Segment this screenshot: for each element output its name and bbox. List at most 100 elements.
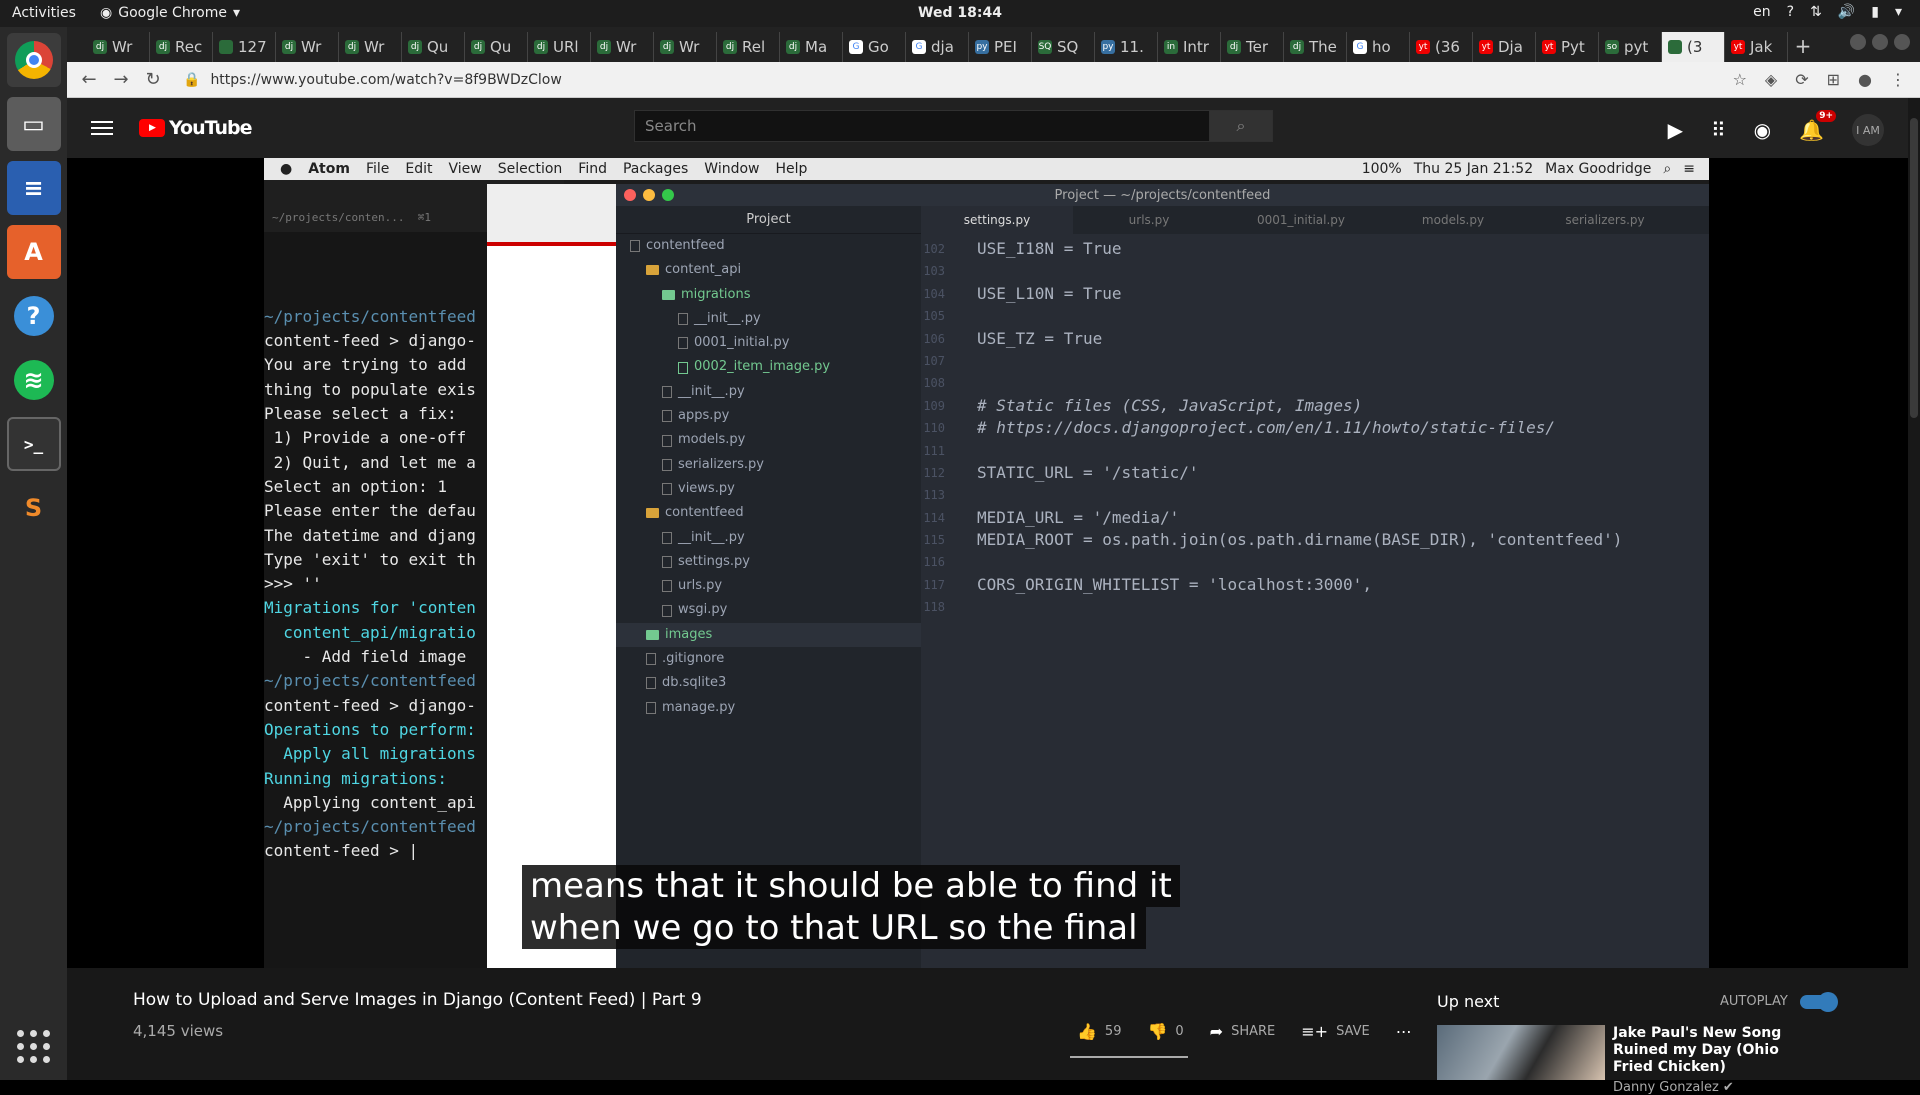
messages-icon[interactable]: ◉ xyxy=(1754,118,1771,142)
tree-item[interactable]: migrations xyxy=(616,283,921,307)
browser-tab[interactable]: dj Rec xyxy=(150,32,213,62)
language-indicator[interactable]: en xyxy=(1753,4,1771,20)
browser-tab[interactable]: Gho xyxy=(1347,32,1410,62)
tree-item[interactable]: __init__.py xyxy=(616,526,921,550)
avatar[interactable]: I AM xyxy=(1852,114,1884,146)
editor-tab[interactable]: models.py xyxy=(1377,206,1529,234)
dock-writer[interactable]: ≡ xyxy=(6,161,61,215)
dock-sublime[interactable]: S xyxy=(7,481,61,535)
extension-icon[interactable]: ⊞ xyxy=(1827,70,1840,89)
browser-tab[interactable]: G Go xyxy=(843,32,906,62)
create-video-icon[interactable]: ▶ xyxy=(1668,118,1683,142)
bookmark-star-icon[interactable]: ☆ xyxy=(1733,70,1747,89)
battery-icon[interactable]: ▮ xyxy=(1871,4,1879,20)
profile-icon[interactable]: ● xyxy=(1858,70,1872,89)
editor-tab[interactable]: urls.py xyxy=(1073,206,1225,234)
browser-tab[interactable]: SQ SQ xyxy=(1032,32,1095,62)
search-button[interactable]: ⌕ xyxy=(1209,110,1273,142)
browser-tab[interactable]: dj Wr xyxy=(339,32,402,62)
dock-terminal[interactable]: >_ xyxy=(6,417,61,471)
apps-grid-icon[interactable]: ⠿ xyxy=(1711,118,1726,142)
browser-tab[interactable]: in Intr xyxy=(1158,32,1221,62)
share-button[interactable]: ➦ SHARE xyxy=(1210,1022,1276,1041)
browser-tab[interactable]: py 11. xyxy=(1095,32,1158,62)
notifications-icon[interactable]: 🔔 9+ xyxy=(1799,110,1836,142)
editor-tab[interactable]: 0001_initial.py xyxy=(1225,206,1377,234)
tree-item[interactable]: __init__.py xyxy=(616,380,921,404)
tree-item[interactable]: models.py xyxy=(616,428,921,452)
browser-tab[interactable]: dj URl xyxy=(528,32,591,62)
browser-tab[interactable]: dj The xyxy=(1284,32,1347,62)
like-button[interactable]: 👍 59 xyxy=(1077,1022,1121,1041)
browser-tab[interactable]: yt Jak xyxy=(1725,32,1788,62)
network-icon[interactable]: ⇅ xyxy=(1810,4,1822,20)
tree-item[interactable]: 0001_initial.py xyxy=(616,331,921,355)
browser-tab[interactable]: py PEI xyxy=(969,32,1032,62)
browser-tab[interactable]: yt Pyt xyxy=(1536,32,1599,62)
autoplay-control[interactable]: AUTOPLAY xyxy=(1720,991,1838,1012)
browser-tab[interactable]: so pyt xyxy=(1599,32,1662,62)
help-icon[interactable]: ? xyxy=(1787,4,1794,20)
dock-help[interactable]: ? xyxy=(7,289,61,343)
browser-tab[interactable]: dj Rel xyxy=(717,32,780,62)
close-window-button[interactable] xyxy=(1894,34,1910,50)
browser-tab[interactable]: 127 xyxy=(213,32,276,62)
page-scrollbar[interactable] xyxy=(1908,98,1920,1080)
next-video-info[interactable]: Jake Paul's New Song Ruined my Day (Ohio… xyxy=(1613,1025,1813,1095)
dock-software[interactable]: A xyxy=(6,225,61,279)
omnibox[interactable]: 🔒 https://www.youtube.com/watch?v=8f9BWDz… xyxy=(183,72,562,88)
hamburger-menu-icon[interactable] xyxy=(91,121,113,135)
chrome-menu-icon[interactable]: ⋮ xyxy=(1890,70,1906,89)
tree-item[interactable]: views.py xyxy=(616,477,921,501)
editor-tab[interactable]: serializers.py xyxy=(1529,206,1681,234)
tree-item[interactable]: settings.py xyxy=(616,550,921,574)
video-player[interactable]: ● Atom File Edit View Selection Find Packages W… xyxy=(67,158,1920,968)
browser-tab[interactable]: yt Dja xyxy=(1473,32,1536,62)
dock-chrome[interactable] xyxy=(6,33,61,87)
tree-item[interactable]: __init__.py xyxy=(616,307,921,331)
forward-button[interactable]: → xyxy=(105,69,137,90)
tree-item[interactable]: contentfeed xyxy=(616,501,921,525)
tree-item[interactable]: wsgi.py xyxy=(616,598,921,622)
next-video-thumbnail[interactable] xyxy=(1437,1025,1605,1080)
browser-tab[interactable]: (3 xyxy=(1662,32,1725,62)
new-tab-button[interactable]: + xyxy=(1788,34,1818,58)
volume-icon[interactable]: 🔊 xyxy=(1838,4,1855,20)
browser-tab[interactable]: dj Wr xyxy=(654,32,717,62)
tree-item[interactable]: 0002_item_image.py xyxy=(616,355,921,379)
youtube-logo[interactable]: ▶ YouTube xyxy=(139,117,252,139)
tree-item[interactable]: manage.py xyxy=(616,696,921,720)
clock[interactable]: Wed 18:44 xyxy=(0,5,1920,21)
tree-item[interactable]: apps.py xyxy=(616,404,921,428)
tree-item[interactable]: serializers.py xyxy=(616,453,921,477)
video-frame[interactable]: ● Atom File Edit View Selection Find Packages W… xyxy=(264,158,1709,968)
save-button[interactable]: ≡+ SAVE xyxy=(1301,1022,1369,1041)
tree-item[interactable]: .gitignore xyxy=(616,647,921,671)
reload-button[interactable]: ↻ xyxy=(137,69,169,90)
next-video-title[interactable]: Jake Paul's New Song Ruined my Day (Ohio… xyxy=(1613,1025,1813,1076)
tree-item[interactable]: images xyxy=(616,622,921,648)
browser-tab[interactable]: yt (36 xyxy=(1410,32,1473,62)
tree-item[interactable]: content_api xyxy=(616,258,921,282)
browser-tab[interactable]: Gdja xyxy=(906,32,969,62)
tree-item[interactable]: db.sqlite3 xyxy=(616,671,921,695)
dock-files[interactable]: ▭ xyxy=(6,97,61,151)
autoplay-toggle[interactable] xyxy=(1799,991,1838,1012)
dislike-button[interactable]: 👎 0 xyxy=(1147,1022,1183,1041)
next-video-channel[interactable]: Danny Gonzalez ✔ xyxy=(1613,1080,1813,1095)
back-button[interactable]: ← xyxy=(73,69,105,90)
browser-tab[interactable]: dj Wr xyxy=(276,32,339,62)
tree-item[interactable]: contentfeed xyxy=(616,234,921,258)
browser-tab[interactable]: dj Wr xyxy=(87,32,150,62)
extension-icon[interactable]: ◈ xyxy=(1765,70,1777,89)
browser-tab[interactable]: dj Qu xyxy=(402,32,465,62)
show-apps-button[interactable] xyxy=(16,1030,51,1064)
tree-item[interactable]: urls.py xyxy=(616,574,921,598)
dock-spotify[interactable]: ≋ xyxy=(7,353,61,407)
extension-icon[interactable]: ⟳ xyxy=(1795,70,1808,89)
more-actions-icon[interactable]: ⋯ xyxy=(1396,1022,1412,1041)
search-input[interactable]: Search xyxy=(634,110,1211,142)
browser-tab[interactable]: dj Ma xyxy=(780,32,843,62)
browser-tab[interactable]: dj Wr xyxy=(591,32,654,62)
browser-tab[interactable]: dj Qu xyxy=(465,32,528,62)
